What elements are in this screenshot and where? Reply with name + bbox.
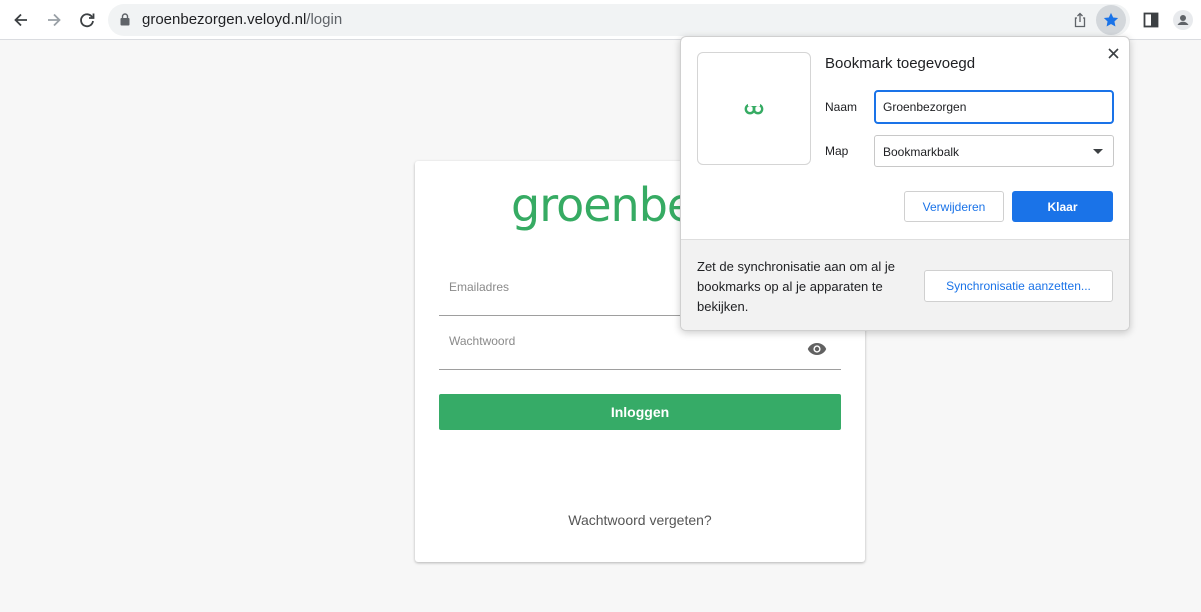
bookmark-added-popup: Bookmark toegevoegd Naam Map Bookmarkbal… — [680, 36, 1130, 331]
close-icon — [1107, 47, 1119, 59]
address-bar[interactable]: groenbezorgen.veloyd.nl/login — [108, 4, 1130, 36]
bookmark-thumbnail — [697, 52, 811, 165]
show-password-eye-icon[interactable] — [807, 342, 827, 356]
folder-label: Map — [825, 144, 849, 158]
bookmark-name-input[interactable] — [874, 90, 1114, 124]
close-popup-button[interactable] — [1104, 44, 1122, 62]
reload-icon — [80, 13, 95, 28]
profile-button[interactable] — [1169, 6, 1197, 34]
share-icon — [1074, 12, 1086, 28]
profile-icon — [1173, 10, 1193, 30]
reload-button[interactable] — [73, 6, 101, 34]
site-favicon-icon — [744, 101, 764, 114]
login-button[interactable]: Inloggen — [439, 394, 841, 430]
turn-on-sync-button[interactable]: Synchronisatie aanzetten... — [924, 270, 1113, 302]
browser-toolbar: groenbezorgen.veloyd.nl/login — [0, 0, 1201, 40]
side-panel-button[interactable] — [1137, 6, 1165, 34]
share-button[interactable] — [1066, 6, 1094, 34]
password-label: Wachtwoord — [449, 334, 516, 348]
folder-select-value: Bookmarkbalk — [883, 145, 960, 159]
done-button[interactable]: Klaar — [1012, 191, 1113, 222]
sync-promo: Zet de synchronisatie aan om al je bookm… — [681, 239, 1129, 330]
forward-arrow-icon — [48, 13, 61, 27]
lock-icon — [120, 13, 130, 26]
forward-button[interactable] — [40, 6, 68, 34]
back-arrow-icon — [14, 13, 27, 27]
url-host: groenbezorgen.veloyd.nl — [142, 11, 307, 28]
url-path: /login — [306, 11, 343, 28]
remove-bookmark-button[interactable]: Verwijderen — [904, 191, 1004, 222]
popup-title: Bookmark toegevoegd — [825, 55, 976, 72]
dropdown-caret-icon — [1093, 149, 1103, 154]
forgot-password-link[interactable]: Wachtwoord vergeten? — [415, 512, 865, 528]
email-label: Emailadres — [449, 280, 510, 294]
sync-promo-text: Zet de synchronisatie aan om al je bookm… — [697, 259, 895, 314]
folder-select[interactable]: Bookmarkbalk — [874, 135, 1114, 167]
url-text: groenbezorgen.veloyd.nl/login — [142, 11, 342, 29]
star-icon — [1103, 12, 1119, 27]
back-button[interactable] — [7, 6, 35, 34]
side-panel-icon — [1143, 12, 1159, 28]
name-label: Naam — [825, 100, 858, 114]
bookmark-star-button[interactable] — [1096, 5, 1126, 35]
